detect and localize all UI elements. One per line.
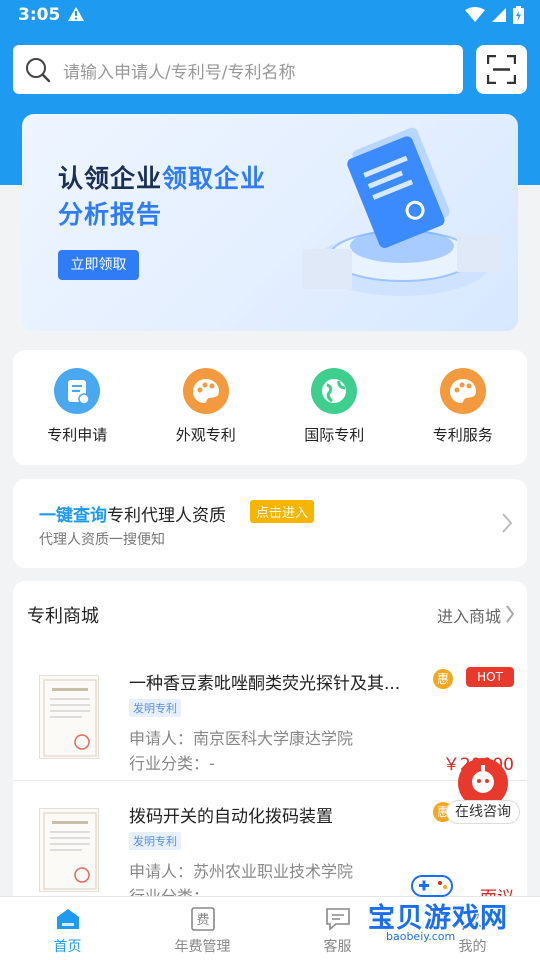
nav-home[interactable]: 首页 (0, 897, 135, 960)
scan-button[interactable] (476, 45, 527, 94)
agent-query-title: 一键查询专利代理人资质 (39, 506, 226, 526)
globe-icon (311, 368, 358, 414)
service-label: 外观专利 (175, 426, 236, 444)
watermark-url: baobeiy.com (382, 930, 460, 943)
report-illustration (302, 127, 502, 296)
discount-badge: 惠 (433, 669, 453, 689)
svg-text:费: 费 (196, 913, 209, 928)
promo-banner[interactable]: 认领企业领取企业 分析报告 立即领取 (22, 114, 518, 331)
warning-icon (67, 6, 85, 26)
fee-icon: 费 (135, 906, 270, 932)
service-patent-service[interactable]: 专利服务 (408, 368, 518, 465)
certificate-thumbnail (39, 675, 99, 759)
patent-type-tag: 发明专利 (129, 832, 181, 850)
product-applicant: 申请人：苏州农业职业技术学院 (129, 862, 354, 881)
status-time: 3:05 (18, 5, 61, 25)
hot-badge: HOT (466, 667, 514, 687)
certificate-thumbnail (39, 808, 99, 892)
service-label: 专利服务 (432, 426, 493, 444)
product-name: 一种香豆素吡唑酮类荧光探针及其... (129, 674, 401, 694)
product-name: 拨码开关的自动化拨码装置 (129, 807, 333, 827)
enter-mall-link[interactable]: 进入商城 (437, 603, 501, 627)
wifi-icon (465, 7, 485, 27)
claim-now-button[interactable]: 立即领取 (58, 250, 139, 280)
status-bar: 3:05 (0, 0, 540, 32)
agent-query-card[interactable]: 一键查询专利代理人资质 点击进入 代理人资质一搜便知 (13, 479, 527, 568)
nav-label: 首页 (53, 939, 82, 955)
scan-icon (487, 55, 516, 84)
signal-icon (491, 7, 507, 27)
nav-label: 年费管理 (174, 939, 231, 955)
nav-fee-management[interactable]: 费 年费管理 (135, 897, 270, 960)
service-international-patent[interactable]: 国际专利 (279, 368, 389, 465)
service-label: 专利申请 (47, 426, 108, 444)
mall-title: 专利商城 (27, 606, 99, 627)
agent-query-subtitle: 代理人资质一搜便知 (39, 532, 165, 548)
search-placeholder: 请输入申请人/专利号/专利名称 (63, 63, 296, 83)
service-label: 国际专利 (304, 426, 365, 444)
search-icon (25, 57, 51, 87)
banner-title-line1: 认领企业领取企业 (58, 164, 267, 193)
chevron-right-icon (501, 512, 513, 538)
palette-icon (182, 368, 229, 414)
battery-icon (513, 6, 524, 28)
product-industry: 行业分类：- (129, 754, 215, 773)
online-consult-button[interactable]: 在线咨询 (446, 758, 520, 826)
enter-tag[interactable]: 点击进入 (250, 500, 315, 523)
chevron-right-icon (505, 604, 515, 628)
service-design-patent[interactable]: 外观专利 (151, 368, 261, 465)
home-icon (0, 906, 135, 932)
site-watermark: 宝贝游戏网 baobeiy.com (360, 866, 535, 960)
service-grid: 专利申请 外观专利 国际专利 专利服务 (13, 350, 527, 465)
palette-icon (439, 368, 486, 414)
patent-apply-icon (54, 368, 101, 414)
search-bar[interactable]: 请输入申请人/专利号/专利名称 (13, 45, 463, 94)
service-patent-apply[interactable]: 专利申请 (22, 368, 132, 465)
patent-type-tag: 发明专利 (129, 699, 181, 717)
product-applicant: 申请人：南京医科大学康达学院 (129, 729, 354, 748)
banner-title-line2: 分析报告 (58, 200, 163, 229)
consult-label: 在线咨询 (446, 800, 520, 824)
